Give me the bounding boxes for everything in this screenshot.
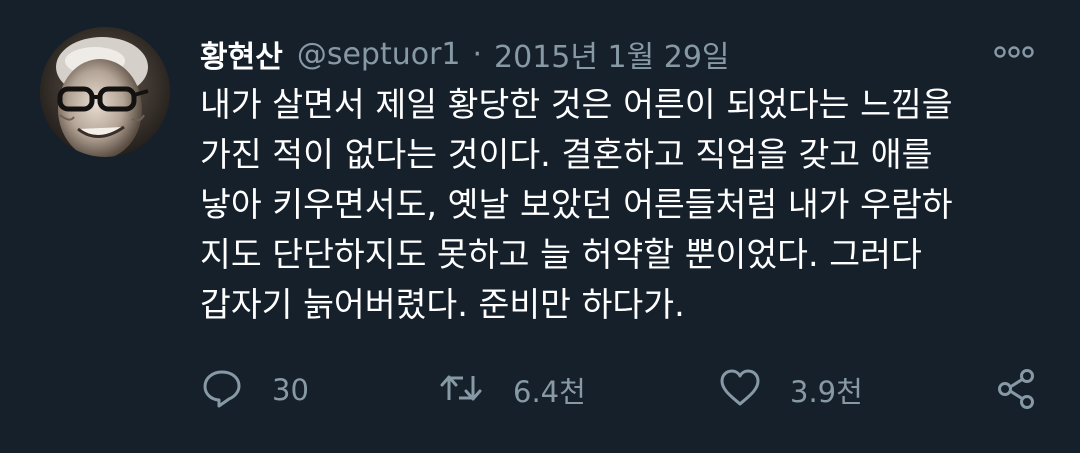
user-handle[interactable]: @septuor1 [297, 37, 461, 72]
reply-button[interactable]: 30 [200, 360, 309, 420]
tweet-date[interactable]: 2015년 1월 29일 [494, 32, 729, 76]
tweet-text: 내가 살면서 제일 황당한 것은 어른이 되었다는 느낌을 가진 적이 없다는 … [200, 80, 1060, 330]
separator-dot: · [472, 36, 483, 72]
retweet-count: 6.4천 [513, 375, 586, 409]
avatar-photo [40, 27, 170, 157]
tweet-text-line: 가진 적이 없다는 것이다. 결혼하고 직업을 갖고 애를 [200, 135, 933, 174]
like-button[interactable]: 3.9천 [718, 360, 863, 420]
tweet-text-line: 낳아 키우면서도, 옛날 보았던 어른들처럼 내가 우람하 [200, 185, 953, 224]
tweet-text-line: 갑자기 늙어버렸다. 준비만 하다가. [200, 285, 685, 324]
reply-count: 30 [272, 373, 309, 407]
action-bar: 30 6.4천 3.9천 [0, 360, 1080, 420]
retweet-button[interactable]: 6.4천 [437, 360, 586, 420]
like-count: 3.9천 [790, 375, 863, 409]
share-icon[interactable] [996, 368, 1036, 410]
retweet-icon [437, 366, 485, 414]
display-name[interactable]: 황현산 [200, 32, 283, 76]
more-icon[interactable] [994, 42, 1034, 62]
tweet-header: 황현산 @septuor1 · 2015년 1월 29일 [200, 30, 730, 78]
tweet: 황현산 @septuor1 · 2015년 1월 29일 내가 살면서 제일 황… [0, 0, 1080, 453]
avatar[interactable] [40, 27, 170, 157]
tweet-text-line: 내가 살면서 제일 황당한 것은 어른이 되었다는 느낌을 [200, 85, 953, 124]
tweet-text-line: 지도 단단하지도 못하고 늘 허약할 뿐이었다. 그러다 [200, 235, 922, 274]
like-icon [718, 366, 762, 414]
reply-icon [200, 366, 244, 414]
